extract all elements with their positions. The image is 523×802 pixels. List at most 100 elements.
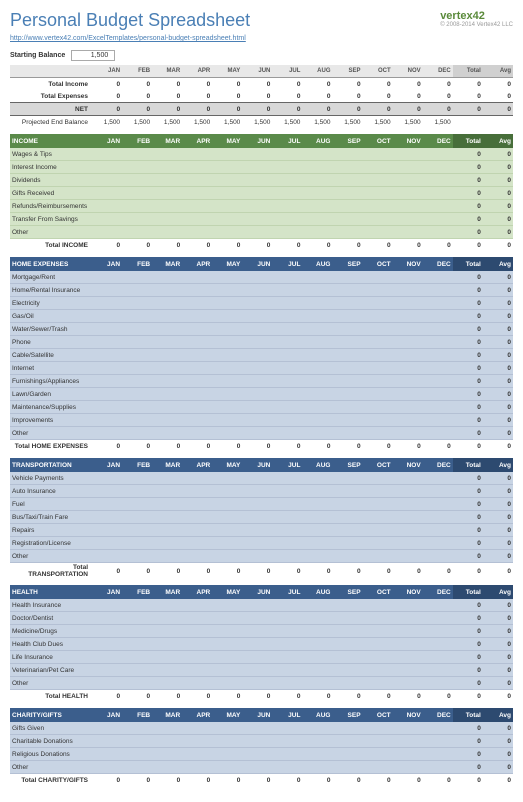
cell[interactable]	[182, 297, 212, 310]
cell[interactable]	[302, 226, 332, 239]
cell[interactable]	[152, 414, 182, 427]
cell[interactable]	[122, 761, 152, 774]
cell[interactable]	[333, 200, 363, 213]
cell[interactable]	[182, 638, 212, 651]
cell[interactable]	[272, 524, 302, 537]
cell[interactable]	[333, 148, 363, 161]
cell[interactable]	[122, 174, 152, 187]
cell[interactable]	[182, 599, 212, 612]
cell[interactable]	[272, 375, 302, 388]
cell[interactable]	[393, 200, 423, 213]
cell[interactable]	[423, 187, 453, 200]
cell[interactable]	[122, 284, 152, 297]
cell[interactable]	[122, 362, 152, 375]
cell[interactable]	[363, 213, 393, 226]
cell[interactable]	[333, 414, 363, 427]
cell[interactable]	[242, 651, 272, 664]
cell[interactable]	[302, 472, 332, 485]
cell[interactable]	[152, 748, 182, 761]
cell[interactable]	[393, 761, 423, 774]
cell[interactable]: 0	[333, 774, 363, 787]
cell[interactable]	[242, 213, 272, 226]
cell[interactable]: 0	[92, 690, 122, 703]
cell[interactable]	[393, 323, 423, 336]
cell[interactable]: 0	[92, 563, 122, 580]
cell[interactable]	[212, 414, 242, 427]
cell[interactable]	[242, 599, 272, 612]
cell[interactable]	[333, 427, 363, 440]
cell[interactable]	[363, 161, 393, 174]
cell[interactable]	[423, 336, 453, 349]
cell[interactable]	[92, 271, 122, 284]
cell[interactable]	[363, 375, 393, 388]
cell[interactable]	[92, 677, 122, 690]
cell[interactable]	[92, 761, 122, 774]
cell[interactable]	[212, 174, 242, 187]
cell[interactable]	[333, 498, 363, 511]
cell[interactable]	[333, 297, 363, 310]
cell[interactable]	[302, 271, 332, 284]
cell[interactable]	[393, 349, 423, 362]
cell[interactable]	[423, 722, 453, 735]
cell[interactable]	[152, 336, 182, 349]
cell[interactable]	[242, 161, 272, 174]
cell[interactable]	[92, 524, 122, 537]
cell[interactable]: 0	[423, 90, 453, 103]
cell[interactable]	[302, 310, 332, 323]
cell[interactable]	[212, 161, 242, 174]
cell[interactable]	[242, 187, 272, 200]
cell[interactable]	[122, 651, 152, 664]
cell[interactable]	[333, 271, 363, 284]
cell[interactable]	[302, 524, 332, 537]
cell[interactable]: 0	[363, 690, 393, 703]
cell[interactable]	[122, 310, 152, 323]
cell[interactable]	[363, 200, 393, 213]
cell[interactable]	[302, 485, 332, 498]
cell[interactable]	[152, 485, 182, 498]
cell[interactable]	[363, 735, 393, 748]
cell[interactable]	[242, 748, 272, 761]
cell[interactable]	[92, 472, 122, 485]
cell[interactable]	[92, 284, 122, 297]
cell[interactable]	[92, 599, 122, 612]
cell[interactable]: 0	[333, 90, 363, 103]
cell[interactable]	[302, 722, 332, 735]
cell[interactable]: 0	[302, 103, 332, 116]
cell[interactable]	[302, 498, 332, 511]
cell[interactable]	[272, 472, 302, 485]
cell[interactable]: 0	[272, 440, 302, 453]
cell[interactable]	[333, 625, 363, 638]
cell[interactable]	[272, 148, 302, 161]
cell[interactable]	[333, 524, 363, 537]
source-url[interactable]: http://www.vertex42.com/ExcelTemplates/p…	[10, 35, 513, 42]
cell[interactable]	[242, 362, 272, 375]
cell[interactable]	[122, 323, 152, 336]
cell[interactable]	[333, 761, 363, 774]
cell[interactable]	[122, 550, 152, 563]
cell[interactable]	[333, 651, 363, 664]
cell[interactable]	[272, 161, 302, 174]
cell[interactable]	[182, 336, 212, 349]
cell[interactable]	[92, 375, 122, 388]
cell[interactable]	[212, 511, 242, 524]
cell[interactable]	[272, 213, 302, 226]
cell[interactable]: 0	[393, 774, 423, 787]
cell[interactable]	[393, 612, 423, 625]
cell[interactable]	[182, 651, 212, 664]
cell[interactable]	[423, 664, 453, 677]
cell[interactable]: 0	[212, 239, 242, 252]
cell[interactable]	[182, 323, 212, 336]
cell[interactable]	[333, 336, 363, 349]
cell[interactable]	[363, 677, 393, 690]
cell[interactable]	[122, 537, 152, 550]
cell[interactable]	[92, 638, 122, 651]
cell[interactable]	[423, 427, 453, 440]
cell[interactable]: 0	[333, 690, 363, 703]
cell[interactable]	[272, 485, 302, 498]
cell[interactable]	[302, 511, 332, 524]
cell[interactable]	[272, 200, 302, 213]
cell[interactable]	[212, 187, 242, 200]
cell[interactable]	[242, 524, 272, 537]
cell[interactable]	[272, 677, 302, 690]
cell[interactable]	[272, 349, 302, 362]
